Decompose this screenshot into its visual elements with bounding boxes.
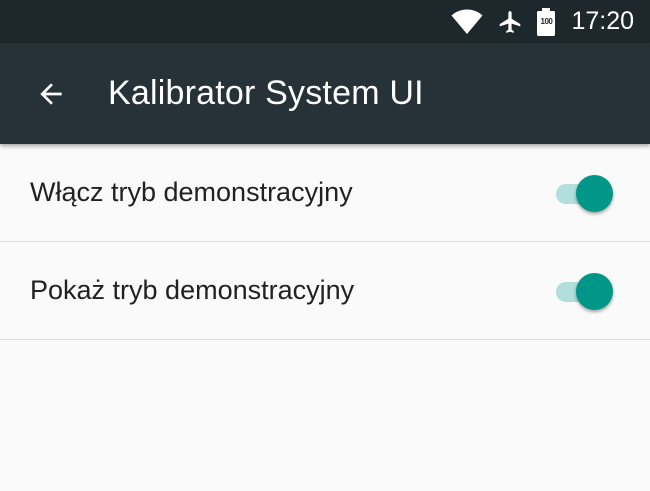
enable-demo-mode-switch[interactable]	[556, 173, 614, 213]
app-toolbar: Kalibrator System UI	[0, 43, 650, 144]
setting-label: Włącz tryb demonstracyjny	[30, 177, 353, 207]
battery-level-text: 100	[540, 16, 553, 26]
setting-show-demo-mode[interactable]: Pokaż tryb demonstracyjny	[0, 242, 650, 340]
setting-label: Pokaż tryb demonstracyjny	[30, 275, 355, 305]
status-bar: 100 17:20	[0, 0, 650, 43]
wifi-icon	[451, 9, 483, 35]
back-button[interactable]	[31, 74, 71, 114]
switch-thumb	[576, 174, 613, 212]
settings-list: Włącz tryb demonstracyjny Pokaż tryb dem…	[0, 144, 650, 340]
page-title: Kalibrator System UI	[108, 74, 424, 112]
switch-thumb	[576, 272, 613, 310]
status-clock: 17:20	[571, 7, 634, 35]
airplane-icon	[497, 9, 523, 35]
back-arrow-icon	[40, 82, 62, 105]
show-demo-mode-switch[interactable]	[556, 271, 614, 311]
setting-enable-demo-mode[interactable]: Włącz tryb demonstracyjny	[0, 144, 650, 242]
battery-icon: 100	[537, 7, 556, 36]
